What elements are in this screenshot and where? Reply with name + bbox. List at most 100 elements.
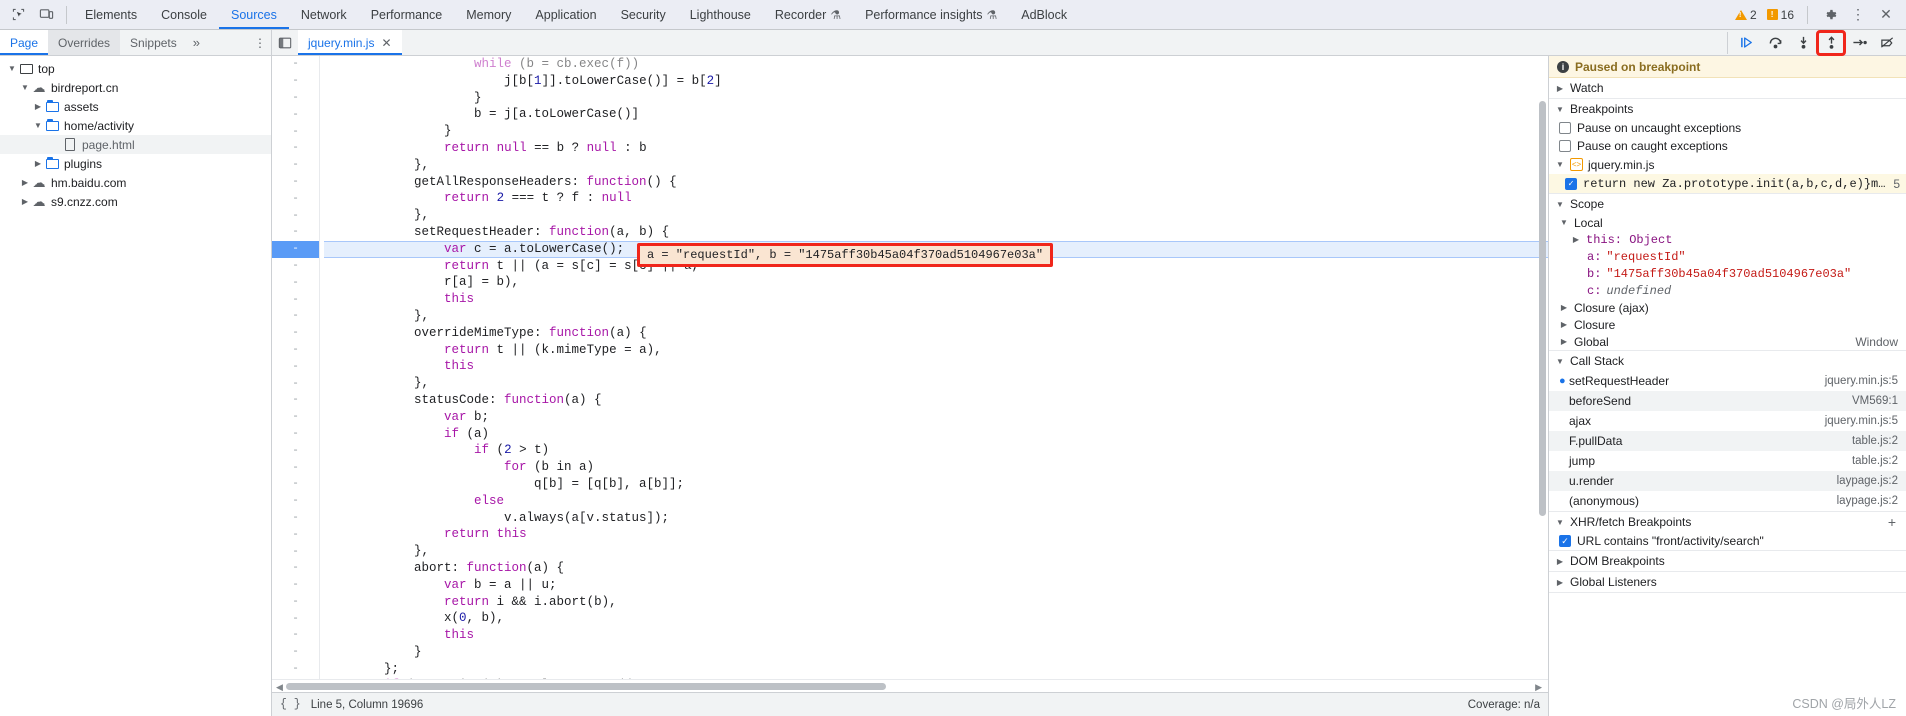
more-subtabs-chevron-icon[interactable]: »: [187, 35, 206, 50]
pause-on-caught-exceptions-row[interactable]: Pause on caught exceptions: [1549, 137, 1906, 155]
navigator-file-tree[interactable]: ▼ top ▼ ☁ birdreport.cn ▶ assets ▼ home/…: [0, 56, 272, 716]
line-number[interactable]: -: [272, 493, 319, 510]
line-number[interactable]: -: [272, 594, 319, 611]
resume-script-execution-button[interactable]: [1734, 32, 1760, 54]
twisty-icon[interactable]: ▶: [1559, 337, 1569, 346]
tree-node-assets[interactable]: ▶ assets: [0, 97, 271, 116]
twisty-icon[interactable]: ▶: [1555, 578, 1565, 587]
scope-closure-row[interactable]: ▶ Closure: [1549, 316, 1906, 333]
line-number[interactable]: -: [272, 342, 319, 359]
navigator-more-options-icon[interactable]: ⋮: [249, 36, 271, 50]
line-number[interactable]: -: [272, 459, 319, 476]
editor-vertical-scrollbar[interactable]: [1538, 56, 1548, 679]
code-line[interactable]: q[b] = [q[b], a[b]];: [324, 476, 1548, 493]
tab-console[interactable]: Console: [149, 0, 219, 29]
line-number[interactable]: -: [272, 560, 319, 577]
pause-on-uncaught-exceptions-row[interactable]: Pause on uncaught exceptions: [1549, 119, 1906, 137]
tab-lighthouse[interactable]: Lighthouse: [678, 0, 763, 29]
code-line[interactable]: overrideMimeType: function(a) {: [324, 325, 1548, 342]
code-line[interactable]: var b = a || u;: [324, 577, 1548, 594]
code-content[interactable]: while (b = cb.exec(f)) j[b[1]].toLowerCa…: [320, 56, 1548, 679]
line-number[interactable]: -: [272, 157, 319, 174]
call-stack-frame[interactable]: F.pullData table.js:2: [1549, 431, 1906, 451]
more-options-kebab-icon[interactable]: ⋮: [1846, 3, 1870, 27]
twisty-icon[interactable]: ▼: [1555, 357, 1565, 366]
scope-global-row[interactable]: ▶ Global Window: [1549, 333, 1906, 350]
tab-memory[interactable]: Memory: [454, 0, 523, 29]
line-number[interactable]: -: [272, 207, 319, 224]
line-number[interactable]: -: [272, 510, 319, 527]
twisty-icon[interactable]: ▼: [19, 83, 31, 92]
code-line[interactable]: },: [324, 543, 1548, 560]
gear-icon[interactable]: [1818, 3, 1842, 27]
scope-variable-c[interactable]: c: undefined: [1549, 282, 1906, 299]
code-line[interactable]: else: [324, 493, 1548, 510]
call-stack-section-header[interactable]: ▼ Call Stack: [1549, 351, 1906, 371]
inspect-element-icon[interactable]: [4, 2, 32, 28]
dom-breakpoints-section-header[interactable]: ▶ DOM Breakpoints: [1549, 551, 1906, 571]
line-number[interactable]: -: [272, 577, 319, 594]
step-over-next-function-call-button[interactable]: [1762, 32, 1788, 54]
line-number[interactable]: -: [272, 375, 319, 392]
step-into-next-function-call-button[interactable]: [1790, 32, 1816, 54]
code-line[interactable]: this: [324, 358, 1548, 375]
twisty-icon[interactable]: ▶: [19, 197, 31, 206]
twisty-icon[interactable]: ▶: [32, 102, 44, 111]
twisty-icon[interactable]: ▶: [1555, 84, 1565, 93]
code-line[interactable]: if (a): [324, 426, 1548, 443]
code-line[interactable]: abort: function(a) {: [324, 560, 1548, 577]
code-line[interactable]: for (b in a): [324, 459, 1548, 476]
scroll-right-arrow-icon[interactable]: ▶: [1535, 682, 1542, 693]
code-line[interactable]: }: [324, 123, 1548, 140]
code-line[interactable]: return null == b ? null : b: [324, 140, 1548, 157]
code-line[interactable]: v.always(a[v.status]);: [324, 510, 1548, 527]
code-line[interactable]: },: [324, 308, 1548, 325]
twisty-icon[interactable]: ▼: [6, 64, 18, 73]
line-number[interactable]: -: [272, 325, 319, 342]
breakpoints-section-header[interactable]: ▼ Breakpoints: [1549, 99, 1906, 119]
twisty-icon[interactable]: ▼: [1559, 218, 1569, 227]
code-line[interactable]: };: [324, 661, 1548, 678]
tree-node-home-activity[interactable]: ▼ home/activity: [0, 116, 271, 135]
code-viewport[interactable]: -------------------------------------- w…: [272, 56, 1548, 679]
code-line[interactable]: x(0, b),: [324, 610, 1548, 627]
breakpoint-file-group[interactable]: ▼ <> jquery.min.js: [1549, 155, 1906, 174]
checkbox[interactable]: ✓: [1559, 535, 1571, 547]
checkbox[interactable]: [1559, 140, 1571, 152]
tab-performance-insights[interactable]: Performance insights ⚗: [853, 0, 1009, 29]
call-stack-frame[interactable]: (anonymous) laypage.js:2: [1549, 491, 1906, 511]
twisty-icon[interactable]: ▶: [19, 178, 31, 187]
editor-horizontal-scrollbar[interactable]: ◀ ▶: [272, 679, 1548, 692]
code-line[interactable]: }: [324, 90, 1548, 107]
twisty-icon[interactable]: ▼: [1555, 160, 1565, 169]
code-line[interactable]: b = j[a.toLowerCase()]: [324, 106, 1548, 123]
global-listeners-section-header[interactable]: ▶ Global Listeners: [1549, 572, 1906, 592]
subtab-snippets[interactable]: Snippets: [120, 30, 187, 55]
tree-node-plugins[interactable]: ▶ plugins: [0, 154, 271, 173]
line-number-gutter[interactable]: --------------------------------------: [272, 56, 320, 679]
call-stack-frame[interactable]: beforeSend VM569:1: [1549, 391, 1906, 411]
warning-count-badge[interactable]: 2: [1732, 8, 1760, 22]
scope-section-header[interactable]: ▼ Scope: [1549, 194, 1906, 214]
tree-node-s9-cnzz-com[interactable]: ▶ ☁ s9.cnzz.com: [0, 192, 271, 211]
line-number[interactable]: -: [272, 224, 319, 241]
breakpoint-entry[interactable]: ✓ return new Za.prototype.init(a,b,c,d,e…: [1549, 174, 1906, 193]
scope-local-row[interactable]: ▼ Local: [1549, 214, 1906, 231]
scope-this-row[interactable]: ▶ this: Object: [1549, 231, 1906, 248]
line-number[interactable]: -: [272, 526, 319, 543]
code-line[interactable]: this: [324, 627, 1548, 644]
call-stack-frame[interactable]: jump table.js:2: [1549, 451, 1906, 471]
code-line[interactable]: while (b = cb.exec(f)): [324, 56, 1548, 73]
step-out-of-current-function-button[interactable]: [1816, 29, 1846, 56]
line-number[interactable]: -: [272, 426, 319, 443]
tab-adblock[interactable]: AdBlock: [1009, 0, 1079, 29]
twisty-icon[interactable]: ▶: [1559, 320, 1569, 329]
twisty-icon[interactable]: ▶: [1555, 557, 1565, 566]
tree-node-page-html[interactable]: page.html: [0, 135, 271, 154]
tree-node-top[interactable]: ▼ top: [0, 59, 271, 78]
line-number[interactable]: -: [272, 644, 319, 661]
code-line[interactable]: },: [324, 157, 1548, 174]
tree-node-birdreport-cn[interactable]: ▼ ☁ birdreport.cn: [0, 78, 271, 97]
line-number[interactable]: -: [272, 240, 319, 258]
code-line[interactable]: getAllResponseHeaders: function() {: [324, 174, 1548, 191]
